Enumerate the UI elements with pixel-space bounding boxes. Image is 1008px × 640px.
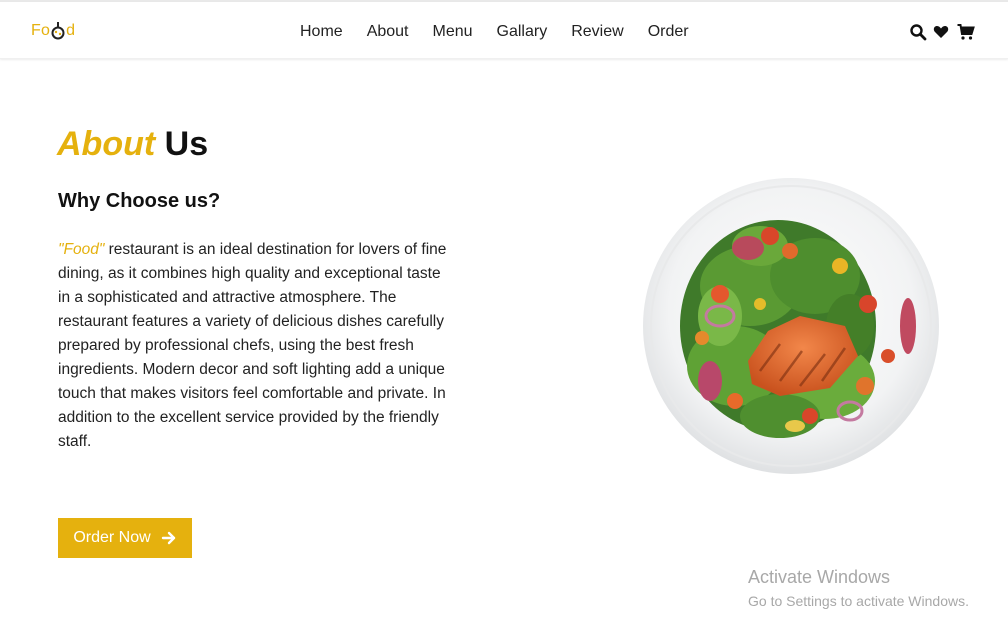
nav-gallary[interactable]: Gallary — [497, 22, 548, 42]
title-accent: About — [57, 125, 156, 163]
about-description: "Food" restaurant is an ideal destinatio… — [58, 238, 448, 454]
activate-title: Activate Windows — [748, 567, 891, 587]
page-title: About Us — [57, 124, 208, 164]
header-icons — [909, 23, 981, 41]
nav-menu[interactable]: Menu — [433, 22, 473, 42]
search-icon[interactable] — [909, 23, 929, 41]
nav-order[interactable]: Order — [648, 22, 689, 42]
heart-icon[interactable] — [933, 23, 953, 41]
activate-subtitle: Go to Settings to activate Windows. — [748, 593, 969, 609]
logo-text-right: d — [66, 22, 76, 39]
nav-review[interactable]: Review — [571, 22, 623, 42]
windows-activation-watermark: Activate Windows Go to Settings to activ… — [748, 566, 969, 612]
order-now-button[interactable]: Order Now — [58, 518, 192, 558]
cart-icon[interactable] — [957, 23, 977, 41]
salmon-salad-image — [640, 176, 942, 476]
nav-home[interactable]: Home — [300, 22, 343, 42]
title-rest: Us — [164, 125, 209, 163]
order-now-label: Order Now — [73, 529, 151, 546]
arrow-right-icon — [161, 530, 177, 546]
section-subtitle: Why Choose us? — [58, 190, 221, 212]
main-nav: Home About Menu Gallary Review Order — [300, 22, 713, 42]
logo[interactable]: Fo d — [31, 21, 75, 41]
logo-text-left: Fo — [31, 22, 51, 39]
frying-pan-icon — [51, 22, 65, 40]
site-header: Fo d Home About Menu Gallary Review Orde… — [0, 2, 1008, 59]
description-text: restaurant is an ideal destination for l… — [58, 241, 447, 450]
nav-about[interactable]: About — [367, 22, 409, 42]
brand-quote: "Food" — [58, 241, 105, 258]
